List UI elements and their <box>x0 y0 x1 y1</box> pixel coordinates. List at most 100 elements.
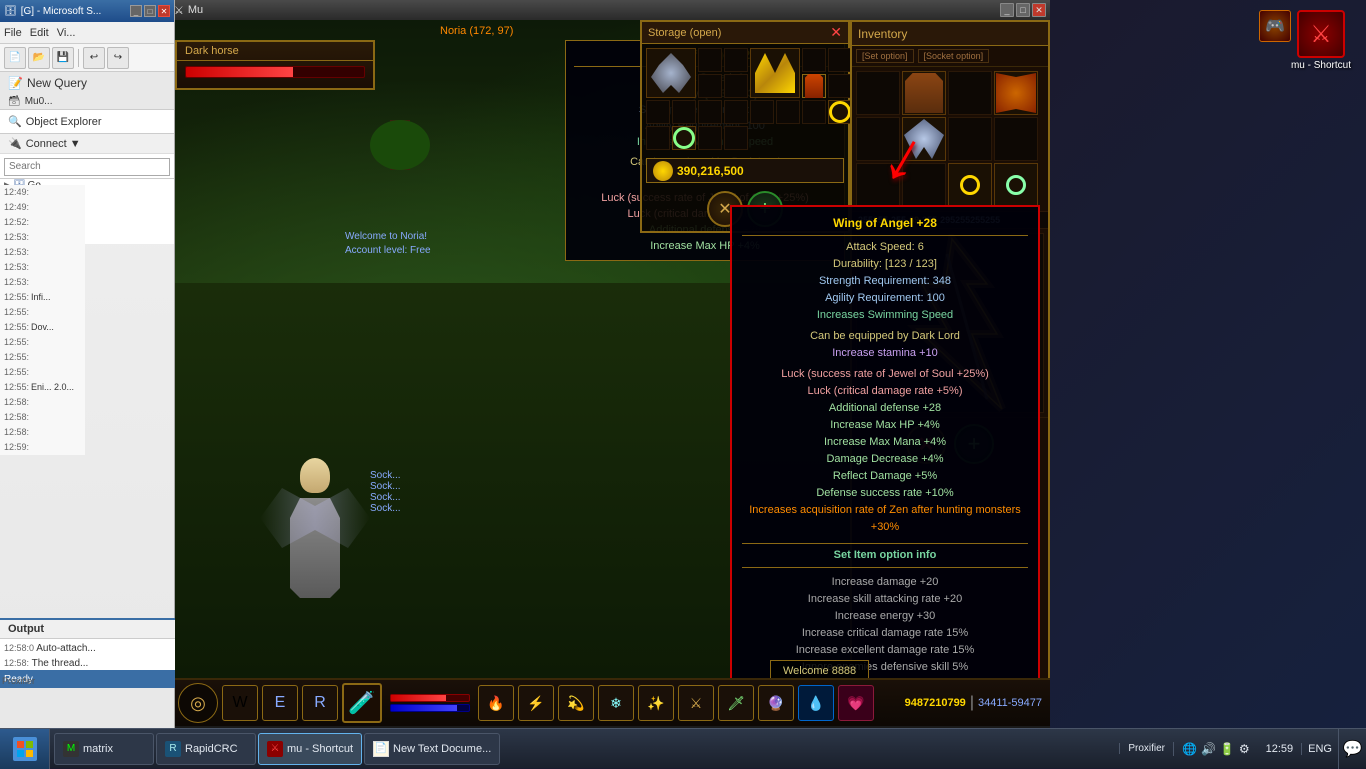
skill-slot-e[interactable]: E <box>262 685 298 721</box>
storage-slot-7[interactable] <box>828 74 852 98</box>
storage-slot-1[interactable] <box>698 48 722 72</box>
game-viewport[interactable]: Noria (172, 97) Welcome to N <box>170 20 1050 678</box>
ttm-bonus-def: Additional defense +28 <box>742 400 1028 417</box>
tooltip-main-title: Wing of Angel +28 <box>742 215 1028 232</box>
ttm-bonus-hp: Increase Max HP +4% <box>742 417 1028 434</box>
skill-slot-blue1[interactable]: 💧 <box>798 685 834 721</box>
ttm-divider3 <box>742 567 1028 568</box>
storage-item-crown[interactable] <box>750 48 800 98</box>
storage-slot-12[interactable] <box>750 100 774 124</box>
equip-slot-head[interactable] <box>856 71 900 115</box>
hp-bar-bg <box>390 694 470 702</box>
ssms-menu-view[interactable]: Vi... <box>57 27 76 39</box>
skill-slot-3[interactable]: 💫 <box>558 685 594 721</box>
equip-slot-armor[interactable] <box>902 71 946 115</box>
storage-slot-5[interactable] <box>698 74 722 98</box>
storage-slot-17[interactable] <box>724 126 748 150</box>
ssms-menu-edit[interactable]: Edit <box>30 27 49 39</box>
storage-slot-11[interactable] <box>724 100 748 124</box>
taskbar-item-notepad[interactable]: 📄 New Text Docume... <box>364 733 500 765</box>
skill-slot-4[interactable]: ❄ <box>598 685 634 721</box>
storage-slot-2[interactable] <box>724 48 748 72</box>
ssms-close-btn[interactable]: ✕ <box>158 5 170 17</box>
pet-title-bar: Dark horse <box>177 42 373 61</box>
ttm-set-dmg: Increase damage +20 <box>742 574 1028 591</box>
ssms-maximize-btn[interactable]: □ <box>144 5 156 17</box>
storage-slot-3[interactable] <box>802 48 826 72</box>
storage-slot-9[interactable] <box>672 100 696 124</box>
game-minimize-btn[interactable]: _ <box>1000 3 1014 17</box>
equip-slot-ring2[interactable] <box>994 163 1038 207</box>
new-query-button[interactable]: 📝 New Query <box>0 72 174 94</box>
equip-slot-7[interactable] <box>948 117 992 161</box>
skill-slot-2[interactable]: ⚡ <box>518 685 554 721</box>
tree-1 <box>370 120 430 200</box>
inventory-tab-socket[interactable]: [Socket option] <box>918 49 990 63</box>
taskbar-language[interactable]: ENG <box>1301 743 1338 755</box>
taskbar-item-mu[interactable]: ⚔ mu - Shortcut <box>258 733 362 765</box>
game-maximize-btn[interactable]: □ <box>1016 3 1030 17</box>
mu-shortcut-icon[interactable]: ⚔ mu - Shortcut <box>1291 10 1351 71</box>
ssms-search-input[interactable] <box>4 158 170 176</box>
welcome-text: Welcome 8888 <box>783 665 856 677</box>
skill-slot-fire[interactable]: 🔥 <box>478 685 514 721</box>
potion-slot[interactable]: 🧪 <box>342 683 382 723</box>
skill-slot-5[interactable]: ✨ <box>638 685 674 721</box>
ssms-toolbar-undo[interactable]: ↩ <box>83 47 105 69</box>
inventory-tab-set[interactable]: [Set option] <box>856 49 914 63</box>
storage-slot-10[interactable] <box>698 100 722 124</box>
equip-slot-ring[interactable] <box>948 163 992 207</box>
storage-item-robe[interactable] <box>802 74 826 98</box>
equip-slot-3[interactable] <box>948 71 992 115</box>
game-close-btn[interactable]: ✕ <box>1032 3 1046 17</box>
storage-slot-15[interactable] <box>646 126 670 150</box>
storage-slot-16[interactable] <box>698 126 722 150</box>
gold-num-display: 9487210799 <box>905 697 966 709</box>
output-time-2: 12:58: <box>4 658 29 668</box>
ts-1255-5: 12:55: <box>0 365 85 380</box>
ssms-menu-file[interactable]: File <box>4 27 22 39</box>
mu-manager-icon[interactable]: 🎮 <box>1259 10 1291 42</box>
storage-slot-14[interactable] <box>802 100 826 124</box>
taskbar-action-center-btn[interactable]: 💬 <box>1338 729 1366 769</box>
skill-slot-r[interactable]: R <box>302 685 338 721</box>
storage-item-wing[interactable] <box>646 48 696 98</box>
skill-slot-8[interactable]: 🔮 <box>758 685 794 721</box>
ssms-toolbar-redo[interactable]: ↪ <box>107 47 129 69</box>
storage-slot-4[interactable] <box>828 48 852 72</box>
ssms-title-bar: 🗄 [G] - Microsoft S... _ □ ✕ <box>0 0 174 22</box>
gold-icon <box>653 161 673 181</box>
ts-1253-2: 12:53: <box>0 245 85 260</box>
skill-slot-red1[interactable]: 💗 <box>838 685 874 721</box>
storage-slot-13[interactable] <box>776 100 800 124</box>
output-text-1: Auto-attach... <box>36 643 95 654</box>
equip-slot-robe[interactable] <box>994 71 1038 115</box>
storage-item-ring[interactable] <box>828 100 852 124</box>
ssms-toolbar-save[interactable]: 💾 <box>52 47 74 69</box>
taskbar-item-rapidcrc[interactable]: R RapidCRC <box>156 733 256 765</box>
taskbar-clock[interactable]: 12:59 <box>1258 743 1302 755</box>
taskbar-proxifier[interactable]: Proxifier <box>1119 743 1173 754</box>
tray-icon-settings[interactable]: ⚙ <box>1239 742 1250 756</box>
storage-close-btn[interactable]: ✕ <box>830 24 842 41</box>
sock-line-2: Sock... <box>370 481 401 492</box>
storage-item-ring2[interactable] <box>672 126 696 150</box>
storage-slot-8[interactable] <box>646 100 670 124</box>
storage-slot-6[interactable] <box>724 74 748 98</box>
taskbar-start-btn[interactable] <box>0 729 50 769</box>
taskbar-item-matrix[interactable]: M matrix <box>54 733 154 765</box>
skill-slot-w[interactable]: W <box>222 685 258 721</box>
skill-slot-7[interactable]: 🗡 <box>718 685 754 721</box>
ssms-minimize-btn[interactable]: _ <box>130 5 142 17</box>
new-query-label: New Query <box>27 76 87 90</box>
equip-slot-8[interactable] <box>994 117 1038 161</box>
ssms-toolbar-open[interactable]: 📂 <box>28 47 50 69</box>
compass-icon[interactable]: ◎ <box>178 683 218 723</box>
windows-logo-icon <box>16 740 34 758</box>
ssms-connect-button[interactable]: 🔌 Connect ▼ <box>0 134 174 154</box>
game-sockets-text: Sock... Sock... Sock... Sock... <box>370 470 401 514</box>
desktop: 🗄 [G] - Microsoft S... _ □ ✕ File Edit V… <box>0 0 1366 768</box>
skill-slot-6[interactable]: ⚔ <box>678 685 714 721</box>
mana-bar-fill <box>391 705 457 711</box>
ssms-toolbar-new[interactable]: 📄 <box>4 47 26 69</box>
